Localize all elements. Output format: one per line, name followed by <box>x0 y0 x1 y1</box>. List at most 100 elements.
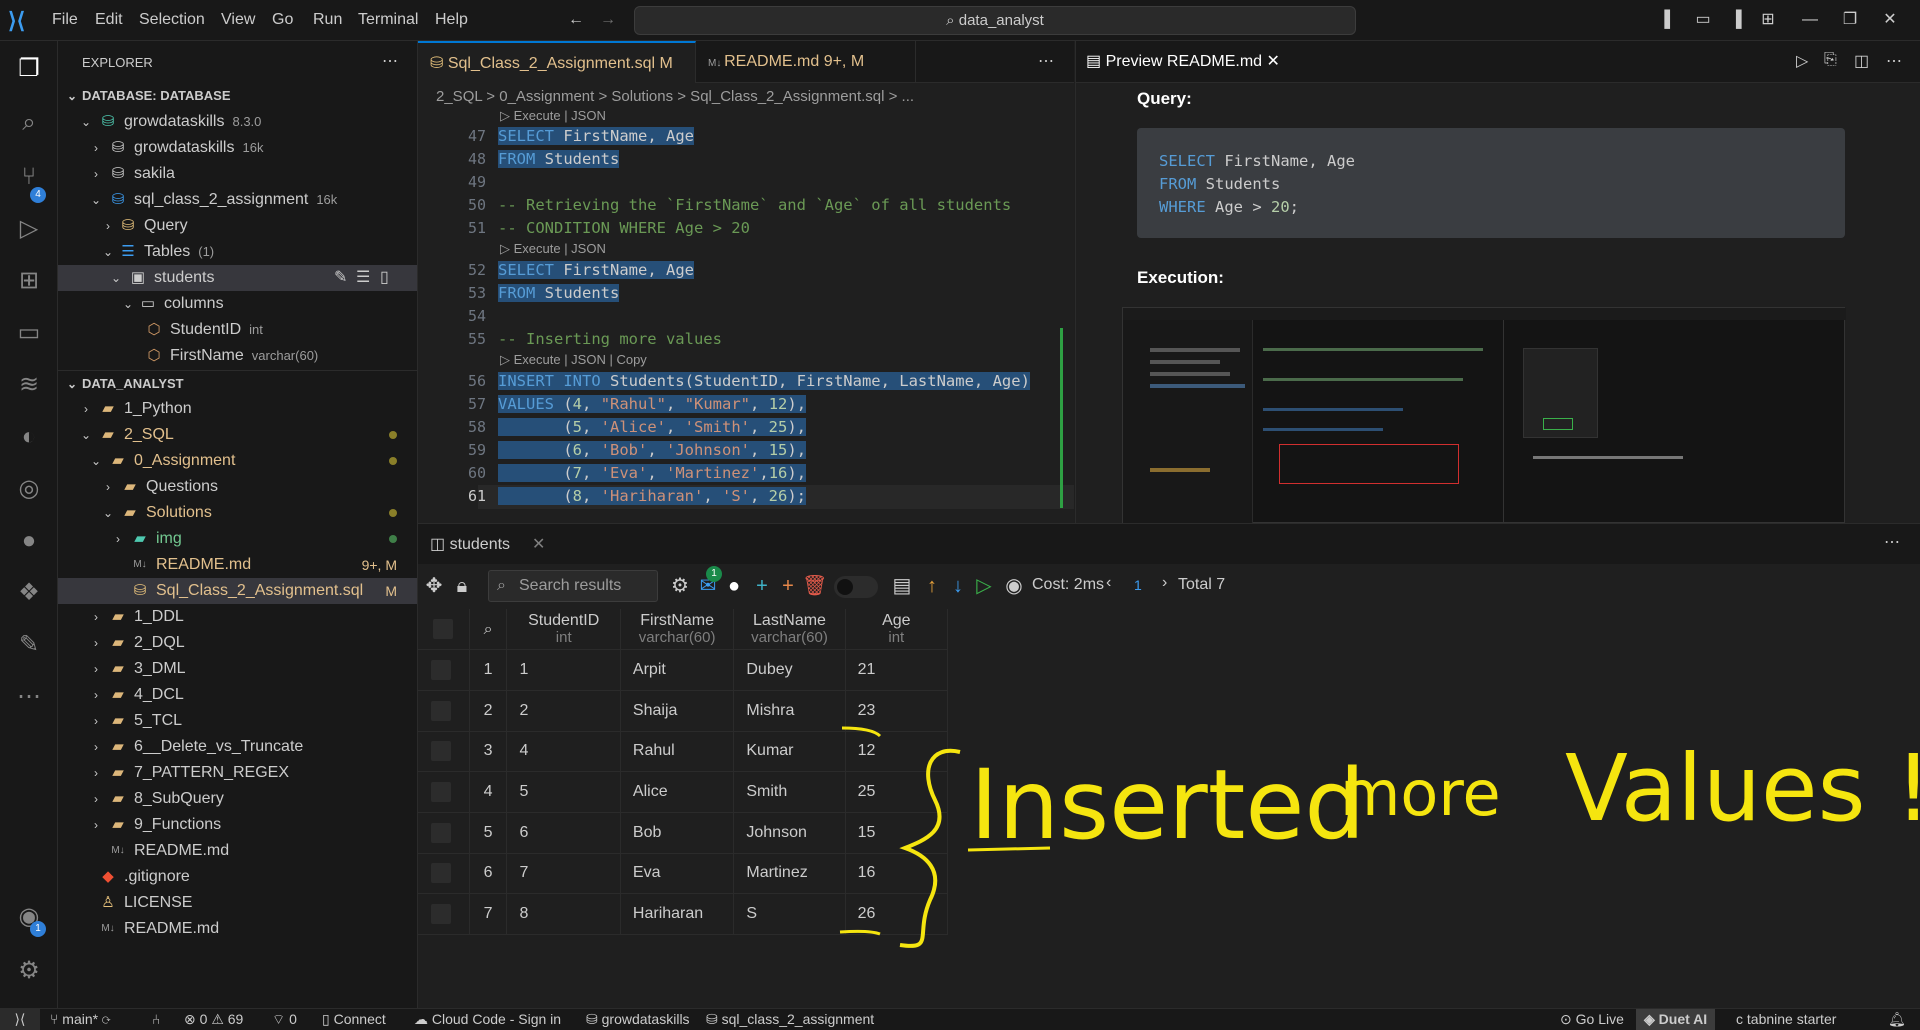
folder-8-subquery[interactable]: › ▰ 8_SubQuery <box>58 786 417 812</box>
file-sql-class-2-assignment[interactable]: ⛁ Sql_Class_2_Assignment.sql M <box>58 578 417 604</box>
row-checkbox[interactable] <box>431 700 451 721</box>
filter-search-icon[interactable]: ⌕ <box>469 609 508 651</box>
close-tab-icon[interactable]: ✕ <box>1267 53 1280 70</box>
remote-indicator-icon[interactable]: ⟩⟨ <box>0 1009 40 1030</box>
table-row[interactable]: 4 5 Alice Smith 25 <box>418 771 949 813</box>
table-row[interactable]: 1 1 Arpit Dubey 21 <box>418 649 949 691</box>
extensions-icon[interactable]: ⊞ <box>9 261 49 301</box>
file-license[interactable]: ♙ LICENSE <box>58 890 417 916</box>
menu-terminal[interactable]: Terminal <box>358 11 418 29</box>
folder-2-sql[interactable]: ⌄ ▰ 2_SQL <box>58 422 417 448</box>
codelens-execute-copy[interactable]: ▷ Execute | JSON | Copy <box>500 352 647 368</box>
toggle-sidebar-icon[interactable]: ▌ <box>1660 10 1680 30</box>
select-all-checkbox[interactable] <box>418 609 470 651</box>
row-checkbox[interactable] <box>431 863 451 884</box>
tree-db-growdataskills[interactable]: › ⛁ growdataskills 16k <box>58 135 417 161</box>
split-editor-icon[interactable]: ◫ <box>1854 51 1869 71</box>
file-readme-sql[interactable]: M↓ README.md <box>58 838 417 864</box>
list-icon[interactable]: ☰ <box>356 265 370 291</box>
toggle-switch[interactable] <box>834 576 878 598</box>
close-tab-icon[interactable]: ✕ <box>532 536 545 553</box>
comment-icon[interactable]: ▤ <box>890 574 914 598</box>
open-source-icon[interactable]: ⎘ <box>1824 51 1837 69</box>
folder-1-python[interactable]: › ▰ 1_Python <box>58 396 417 422</box>
customize-layout-icon[interactable]: ⊞ <box>1758 10 1778 30</box>
search-results-input[interactable]: ⌕ Search results <box>488 570 658 602</box>
menu-edit[interactable]: Edit <box>95 11 123 29</box>
project-section-header[interactable]: ⌄ DATA_ANALYST <box>58 370 417 396</box>
db-schema-status[interactable]: ⛁ sql_class_2_assignment <box>706 1009 874 1030</box>
tree-table-students[interactable]: ⌄ ▣ students ✎ ☰ ▯ <box>58 265 417 291</box>
cloud-code-button[interactable]: ☁ Cloud Code - Sign in <box>414 1009 561 1030</box>
notifications-bell-icon[interactable]: 🔔︎ <box>1888 1009 1906 1030</box>
preview-more-icon[interactable]: ⋯ <box>1886 51 1902 71</box>
editor-more-actions-icon[interactable]: ⋯ <box>1038 51 1054 71</box>
tree-column-studentid[interactable]: ⬡ StudentID int <box>58 317 417 343</box>
table-row[interactable]: 2 2 Shaija Mishra 23 <box>418 690 949 732</box>
row-checkbox[interactable] <box>431 741 451 762</box>
folder-2-dql[interactable]: › ▰ 2_DQL <box>58 630 417 656</box>
command-center[interactable]: ⌕ data_analyst <box>634 6 1356 35</box>
tree-columns[interactable]: ⌄ ▭ columns <box>58 291 417 317</box>
prev-page-icon[interactable]: ‹ <box>1106 574 1111 592</box>
git-branch[interactable]: ⑂ main* ⟳ <box>50 1009 110 1030</box>
search-activity-icon[interactable]: ⌕ <box>9 103 49 143</box>
column-header-studentid[interactable]: StudentID int <box>506 609 621 651</box>
folder-5-tcl[interactable]: › ▰ 5_TCL <box>58 708 417 734</box>
page-number[interactable]: 1 <box>1134 577 1142 593</box>
folder-img[interactable]: › ▰ img <box>58 526 417 552</box>
database-section-header[interactable]: ⌄ DATABASE: DATABASE <box>58 83 417 109</box>
ports-indicator[interactable]: ⌔ 0 <box>272 1009 297 1030</box>
back-arrow-icon[interactable]: ← <box>566 10 586 30</box>
add-icon[interactable]: + <box>776 574 800 598</box>
folder-7-pattern-regex[interactable]: › ▰ 7_PATTERN_REGEX <box>58 760 417 786</box>
breadcrumb[interactable]: 2_SQL > 0_Assignment > Solutions > Sql_C… <box>418 83 1074 111</box>
chat-icon[interactable]: ✎ <box>9 625 49 665</box>
codelens-execute[interactable]: ▷ Execute | JSON <box>500 108 606 124</box>
run-icon[interactable]: ▷ <box>1796 51 1808 71</box>
folder-3-dml[interactable]: › ▰ 3_DML <box>58 656 417 682</box>
run-query-icon[interactable]: ▷ <box>972 574 996 598</box>
tab-preview-readme[interactable]: ▤ Preview README.md ✕ <box>1086 51 1280 71</box>
settings-gear-icon[interactable]: ⚙ <box>668 574 692 598</box>
add-row-icon[interactable]: + <box>750 574 774 598</box>
folder-questions[interactable]: › ▰ Questions <box>58 474 417 500</box>
file-readme-root[interactable]: M↓ README.md <box>58 916 417 942</box>
docker-icon[interactable]: ◎ <box>9 469 49 509</box>
next-page-icon[interactable]: › <box>1162 574 1167 592</box>
github-icon[interactable]: ● <box>722 574 746 598</box>
tabnine-button[interactable]: c tabnine starter <box>1736 1009 1836 1030</box>
file-readme-solutions[interactable]: M↓ README.md 9+, M <box>58 552 417 578</box>
row-checkbox[interactable] <box>431 822 451 843</box>
folder-6-delete-vs-truncate[interactable]: › ▰ 6__Delete_vs_Truncate <box>58 734 417 760</box>
code-editor[interactable]: ▷ Execute | JSON 47 SELECT FirstName, Ag… <box>418 108 1074 523</box>
git-graph-icon[interactable]: ⑃ <box>152 1009 160 1030</box>
run-debug-icon[interactable]: ▷ <box>9 209 49 249</box>
table-row[interactable]: 7 8 Hariharan S 26 <box>418 893 949 935</box>
duet-ai-button[interactable]: ◈ Duet AI <box>1636 1009 1716 1030</box>
file-gitignore[interactable]: ◆ .gitignore <box>58 864 417 890</box>
go-live-button[interactable]: ⊙ Go Live <box>1560 1009 1624 1030</box>
tree-column-firstname[interactable]: ⬡ FirstName varchar(60) <box>58 343 417 369</box>
folder-1-ddl[interactable]: › ▰ 1_DDL <box>58 604 417 630</box>
toggle-secondary-sidebar-icon[interactable]: ▐ <box>1726 10 1746 30</box>
folder-4-dcl[interactable]: › ▰ 4_DCL <box>58 682 417 708</box>
codelens-execute[interactable]: ▷ Execute | JSON <box>500 241 606 257</box>
menu-go[interactable]: Go <box>272 11 293 29</box>
settings-gear-icon[interactable]: ⚙ <box>9 951 49 991</box>
tree-db-sakila[interactable]: › ⛁ sakila <box>58 161 417 187</box>
tab-sql-file[interactable]: ⛁ Sql_Class_2_Assignment.sql M <box>418 41 696 83</box>
connect-button[interactable]: ▯ Connect <box>322 1009 386 1030</box>
github-icon[interactable]: ● <box>9 521 49 561</box>
new-file-icon[interactable]: ▯ <box>380 265 389 291</box>
db-connection-status[interactable]: ⛁ growdataskills <box>586 1009 690 1030</box>
move-icon[interactable]: ✥ <box>422 574 446 598</box>
problems-indicator[interactable]: ⊗ 0 ⚠ 69 <box>184 1009 243 1030</box>
more-icon[interactable]: ⋯ <box>9 677 49 717</box>
table-row[interactable]: 3 4 Rahul Kumar 12 <box>418 731 949 773</box>
tab-results-students[interactable]: ◫ students ✕ <box>430 534 545 554</box>
menu-selection[interactable]: Selection <box>139 11 205 29</box>
column-header-age[interactable]: Age int <box>845 609 949 651</box>
remote-explorer-icon[interactable]: ▭ <box>9 313 49 353</box>
tree-db-sql-class-2[interactable]: ⌄ ⛁ sql_class_2_assignment 16k <box>58 187 417 213</box>
